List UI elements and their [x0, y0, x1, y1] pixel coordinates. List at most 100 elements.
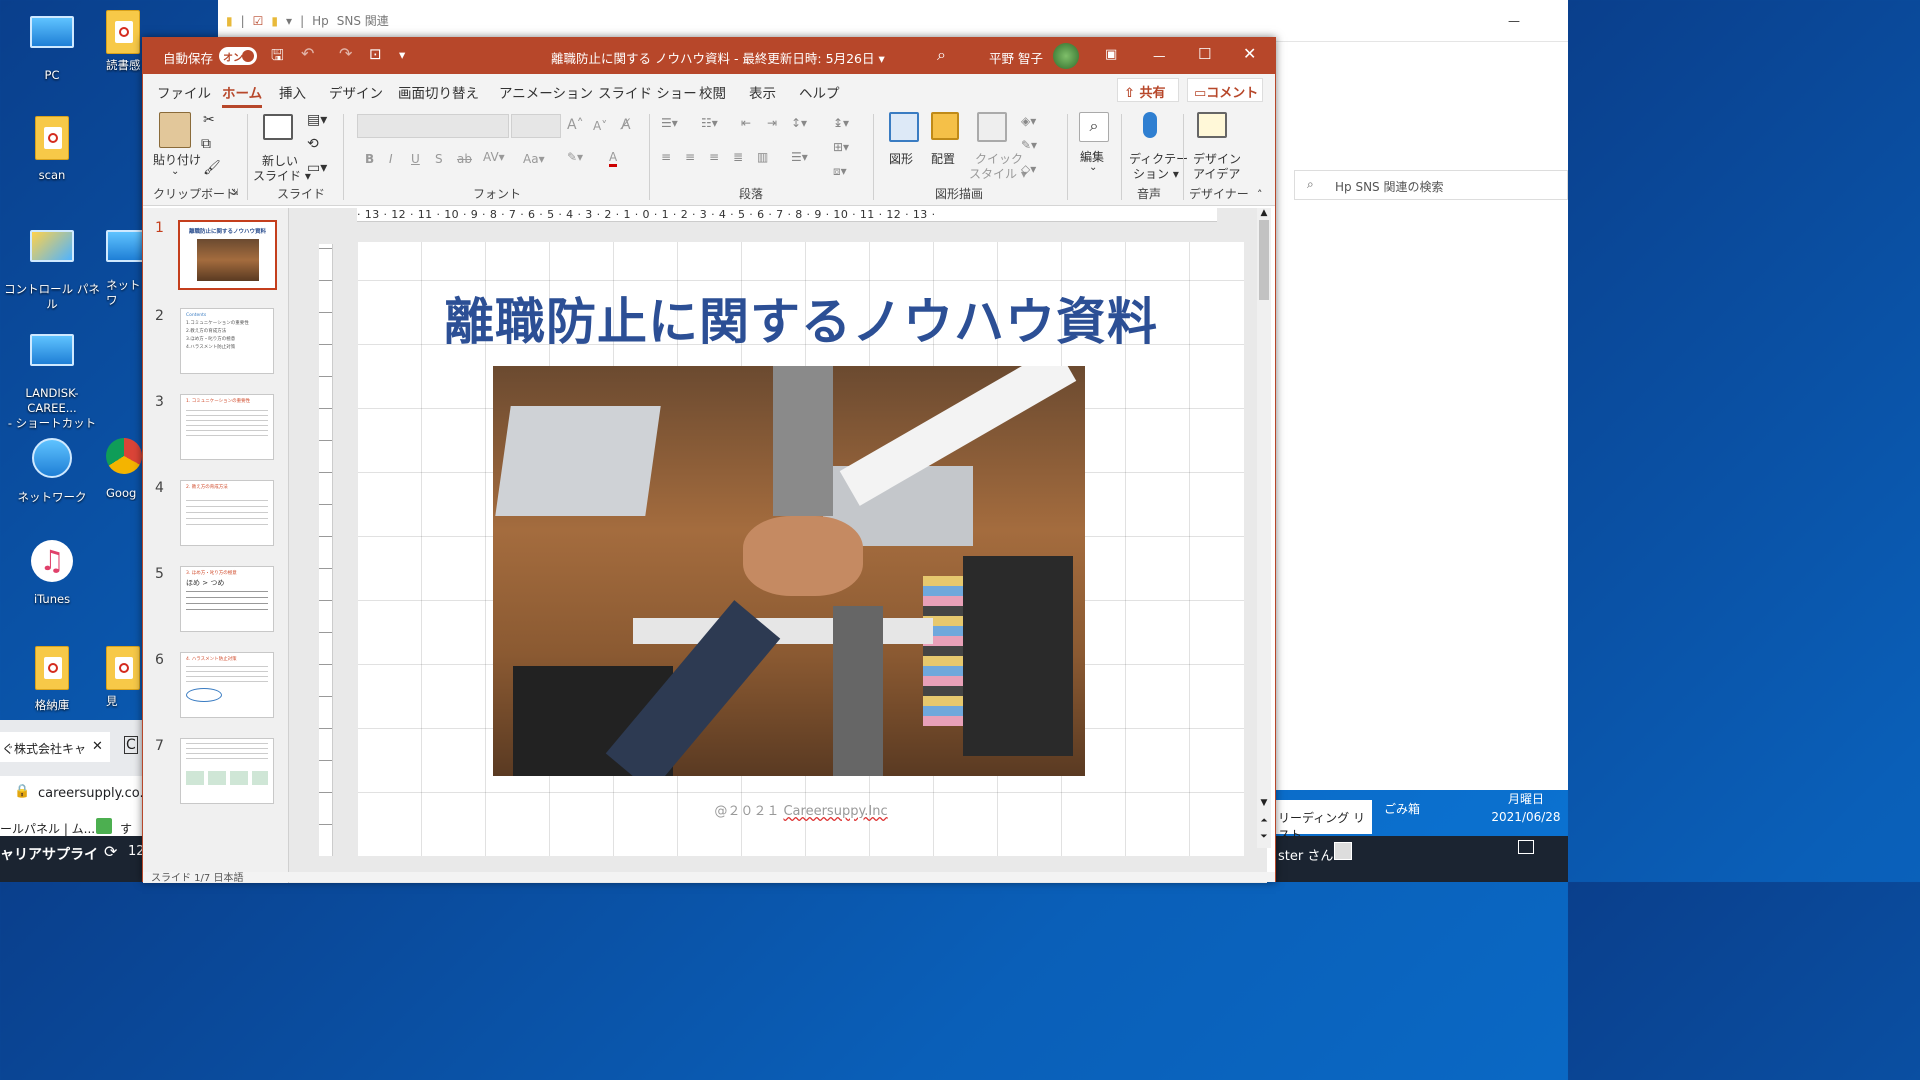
font-color-icon[interactable]: A: [609, 150, 618, 167]
user-chip[interactable]: ster さん: [1276, 838, 1372, 866]
shape-fill-icon[interactable]: ◈▾: [1021, 114, 1036, 128]
ribbon-display-icon[interactable]: ▣: [1105, 47, 1117, 62]
shapes-button[interactable]: 図形: [889, 150, 913, 167]
chevron-down-icon[interactable]: ⌄: [171, 166, 179, 177]
quick-styles-icon[interactable]: [977, 112, 1007, 142]
decrease-indent-icon[interactable]: ⇤: [741, 116, 751, 130]
notification-icon[interactable]: [1518, 840, 1534, 854]
collapse-ribbon-icon[interactable]: ˄: [1257, 188, 1263, 201]
microphone-icon[interactable]: [1143, 112, 1157, 138]
tab-home[interactable]: ホーム: [222, 82, 263, 108]
char-spacing-icon[interactable]: AV▾: [483, 150, 505, 164]
tab-animations[interactable]: アニメーション: [499, 82, 593, 102]
tab-design[interactable]: デザイン: [329, 82, 383, 102]
dialog-launcher-icon[interactable]: ⇲: [231, 188, 239, 198]
slide-thumbnail-4[interactable]: 2. 教え方の育成方法: [180, 480, 274, 546]
tab-transitions[interactable]: 画面切り替え: [398, 82, 479, 102]
taskbar-app-label[interactable]: ャリアサプライ: [0, 844, 98, 864]
align-center-icon[interactable]: ≡: [685, 150, 695, 164]
user-name[interactable]: 平野 智子: [989, 48, 1043, 67]
tab-insert[interactable]: 挿入: [279, 82, 306, 102]
italic-icon[interactable]: I: [389, 152, 393, 166]
grow-font-icon[interactable]: A˄: [567, 117, 584, 133]
desktop-icon-network[interactable]: ネットワーク: [2, 432, 102, 505]
customize-qat-icon[interactable]: ▾: [399, 47, 405, 62]
desktop-icon-partial[interactable]: 見: [106, 646, 146, 709]
font-size-select[interactable]: [511, 114, 561, 138]
minimize-icon[interactable]: —: [1153, 48, 1166, 63]
slide-thumbnail-7[interactable]: [180, 738, 274, 804]
strikethrough-icon[interactable]: ab: [457, 152, 472, 166]
share-button[interactable]: ⇧ 共有: [1117, 78, 1179, 102]
slide-thumbnail-1[interactable]: 離職防止に関するノウハウ資料: [178, 220, 277, 290]
dropdown-icon[interactable]: ▾: [286, 14, 292, 28]
shape-effects-icon[interactable]: ◇▾: [1021, 162, 1036, 176]
tab-view[interactable]: 表示: [749, 82, 776, 102]
prev-slide-icon[interactable]: ⏶: [1257, 816, 1271, 826]
align-left-icon[interactable]: ≡: [661, 150, 671, 164]
copy-icon[interactable]: ⧉: [201, 136, 211, 152]
paste-icon[interactable]: [159, 112, 191, 148]
arrange-icon[interactable]: [931, 112, 959, 140]
shadow-icon[interactable]: S: [435, 152, 443, 166]
maximize-icon[interactable]: ☐: [1198, 45, 1211, 63]
reset-icon[interactable]: ⟲: [307, 136, 319, 152]
desktop-icon-archive[interactable]: 格納庫: [2, 646, 102, 713]
save-icon[interactable]: 🖫: [271, 45, 284, 70]
slide-thumbnail-2[interactable]: Contents 1.コミュニケーションの重要性 2.教え方の育成方法 3.ほめ…: [180, 308, 274, 374]
font-name-select[interactable]: [357, 114, 509, 138]
tab-help[interactable]: ヘルプ: [799, 82, 840, 102]
search-icon[interactable]: ⌕: [937, 45, 946, 65]
address-bar[interactable]: 🔒 careersupply.co.jp: [0, 776, 155, 812]
clock[interactable]: 月曜日 2021/06/28: [1484, 790, 1568, 854]
vertical-scrollbar[interactable]: ▲ ▼ ⏶ ⏷: [1257, 208, 1271, 848]
next-slide-icon[interactable]: ⏷: [1257, 832, 1271, 842]
scroll-thumb[interactable]: [1259, 220, 1269, 300]
avatar[interactable]: [1053, 43, 1079, 69]
slide-thumbnail-5[interactable]: 3. ほめ方・叱り方の極意 ほめ > つめ: [180, 566, 274, 632]
arrange-button[interactable]: 配置: [931, 150, 955, 167]
underline-icon[interactable]: U: [411, 152, 420, 166]
shape-outline-icon[interactable]: ✎▾: [1021, 138, 1037, 152]
desktop-icon-pc[interactable]: PC: [2, 10, 102, 83]
desktop-icon-itunes[interactable]: ♫ iTunes: [2, 540, 102, 607]
comment-button[interactable]: ▭コメント: [1187, 78, 1263, 102]
close-icon[interactable]: ✕: [92, 739, 103, 754]
autosave-toggle[interactable]: オン: [219, 47, 257, 65]
close-icon[interactable]: ✕: [1243, 44, 1256, 63]
minimize-button[interactable]: —: [1508, 14, 1520, 28]
chevron-down-icon[interactable]: ⌄: [1089, 162, 1097, 173]
layout-icon[interactable]: ▤▾: [307, 112, 327, 128]
slide-title[interactable]: 離職防止に関するノウハウ資料: [358, 282, 1244, 354]
tab-slideshow[interactable]: スライド ショー: [598, 82, 697, 102]
change-case-icon[interactable]: Aa▾: [523, 152, 545, 166]
find-icon[interactable]: ⌕: [1079, 112, 1109, 142]
section-icon[interactable]: ▭▾: [307, 160, 327, 176]
desktop-icon-google[interactable]: Goog: [106, 432, 146, 501]
desktop-icon-landisk[interactable]: LANDISK-CAREE... - ショートカット: [2, 328, 102, 431]
bookmark-item[interactable]: ールパネル | ム...: [0, 820, 95, 837]
shrink-font-icon[interactable]: A˅: [593, 119, 607, 133]
text-direction-icon[interactable]: ↨▾: [833, 116, 849, 130]
desktop-icon-control-panel[interactable]: コントロール パネル: [2, 224, 102, 312]
slide-thumbnail-6[interactable]: 4. ハラスメント防止対策: [180, 652, 274, 718]
undo-icon[interactable]: ↶: [301, 44, 314, 63]
smartart-icon[interactable]: ⧈▾: [833, 164, 847, 179]
refresh-icon[interactable]: ⟳: [104, 842, 117, 861]
desktop-icon-network-partial[interactable]: ネットワ: [106, 224, 146, 308]
clear-format-icon[interactable]: A̸: [621, 117, 631, 133]
new-slide-icon[interactable]: [263, 114, 293, 140]
slide-canvas[interactable]: 離職防止に関するノウハウ資料 @２０２１ Careersuppy.Inc: [358, 242, 1244, 856]
desktop-icon-scan[interactable]: scan: [2, 116, 102, 183]
document-title[interactable]: 離職防止に関する ノウハウ資料 - 最終更新日時: 5月26日 ▾: [551, 48, 885, 67]
desktop-icon-recycle-bin[interactable]: ごみ箱: [1384, 800, 1420, 817]
justify-icon[interactable]: ≣: [733, 150, 743, 164]
browser-tab-2[interactable]: C: [124, 736, 138, 754]
highlight-icon[interactable]: ✎▾: [567, 150, 583, 164]
slide-footer[interactable]: @２０２１ Careersuppy.Inc: [358, 800, 1244, 819]
format-painter-icon[interactable]: 🖌: [203, 160, 221, 176]
search-input[interactable]: ⌕ Hp SNS 関連の検索: [1294, 170, 1568, 200]
tab-file[interactable]: ファイル: [157, 82, 211, 102]
bullets-icon[interactable]: ☰▾: [661, 116, 678, 130]
presentation-icon[interactable]: ⊡: [369, 45, 382, 63]
